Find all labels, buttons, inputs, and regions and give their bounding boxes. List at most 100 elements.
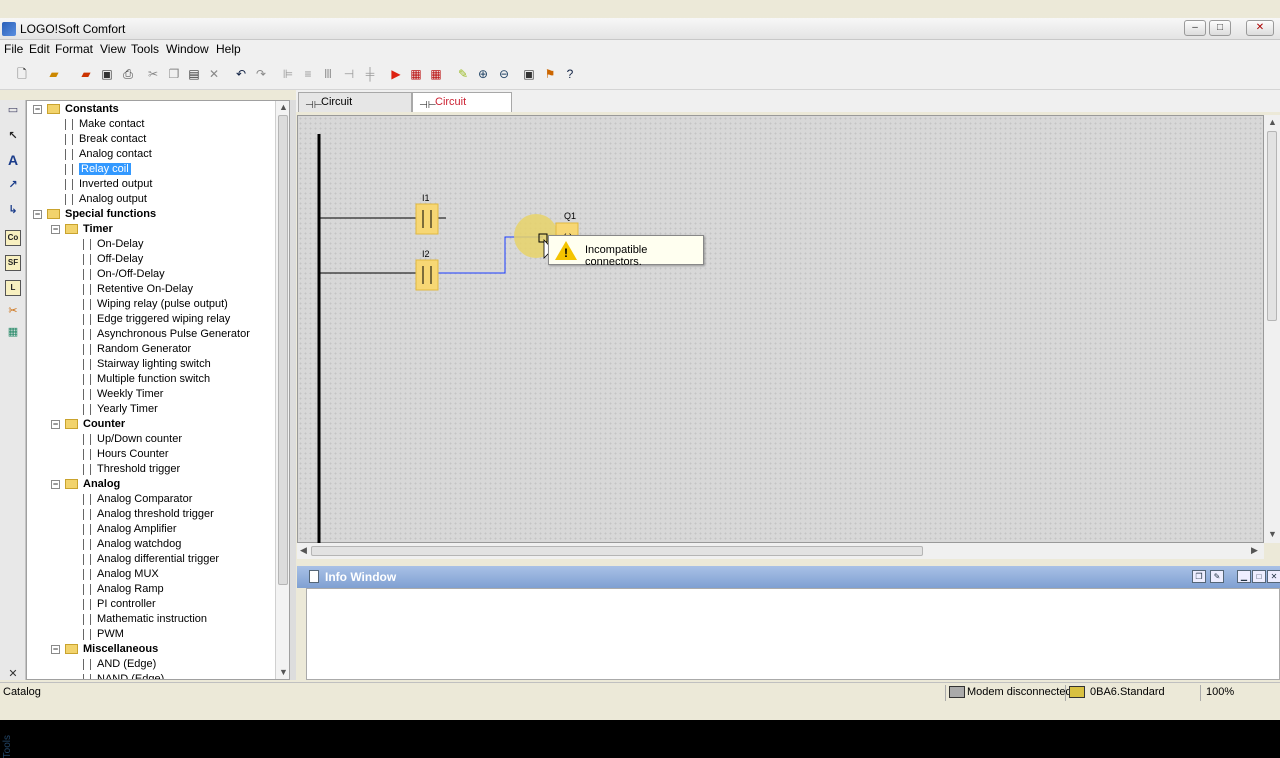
panel-splitter[interactable] bbox=[290, 100, 296, 680]
paste-icon[interactable]: ▤ bbox=[186, 66, 202, 82]
connect-tool-icon[interactable]: ↗ bbox=[5, 177, 21, 193]
select-tool-icon[interactable]: ↖ bbox=[5, 128, 21, 144]
tree-expander-icon[interactable]: − bbox=[51, 480, 60, 489]
catalog-item[interactable]: Asynchronous Pulse Generator bbox=[83, 327, 250, 342]
ladder-tool-icon[interactable]: L bbox=[5, 280, 21, 296]
zoom-out-icon[interactable]: ⊖ bbox=[496, 66, 512, 82]
catalog-group[interactable]: − Counter bbox=[51, 417, 125, 432]
network-icon[interactable]: ▦ bbox=[5, 324, 21, 340]
catalog-item[interactable]: Threshold trigger bbox=[83, 462, 180, 477]
simulation-icon[interactable]: ▶ bbox=[388, 66, 404, 82]
cut-connection-icon[interactable]: ✂ bbox=[5, 303, 21, 319]
catalog-item[interactable]: Multiple function switch bbox=[83, 372, 210, 387]
scroll-down-icon[interactable]: ▼ bbox=[279, 667, 288, 677]
catalog-item[interactable]: Off-Delay bbox=[83, 252, 143, 267]
help-icon[interactable]: ? bbox=[562, 66, 578, 82]
delete-icon[interactable]: ✕ bbox=[206, 66, 222, 82]
catalog-item[interactable]: Break contact bbox=[65, 132, 146, 147]
cut-icon[interactable]: ✂ bbox=[145, 66, 161, 82]
contact-i2[interactable] bbox=[415, 259, 439, 291]
maximize-button[interactable]: □ bbox=[1209, 20, 1231, 36]
align-right-icon[interactable]: ≡ bbox=[300, 66, 316, 82]
zoom-in-icon[interactable]: ⊕ bbox=[475, 66, 491, 82]
catalog-item[interactable]: On-Delay bbox=[83, 237, 143, 252]
tree-expander-icon[interactable]: − bbox=[51, 645, 60, 654]
minimize-button[interactable]: – bbox=[1184, 20, 1206, 36]
catalog-item[interactable]: Yearly Timer bbox=[83, 402, 158, 417]
clear-info-icon[interactable]: ✎ bbox=[1210, 570, 1224, 583]
tree-expander-icon[interactable]: − bbox=[33, 105, 42, 114]
catalog-item[interactable]: On-/Off-Delay bbox=[83, 267, 165, 282]
menu-help[interactable]: Help bbox=[216, 42, 241, 56]
align-top-icon[interactable]: Ⅲ bbox=[320, 66, 336, 82]
catalog-group[interactable]: − Constants bbox=[33, 102, 119, 117]
catalog-item[interactable]: Analog Comparator bbox=[83, 492, 192, 507]
scroll-left-icon[interactable]: ◀ bbox=[300, 545, 307, 556]
highlight-icon[interactable]: ✎ bbox=[455, 66, 471, 82]
constants-tool-icon[interactable]: Co bbox=[5, 230, 21, 246]
menu-format[interactable]: Format bbox=[55, 42, 93, 56]
split-connection-icon[interactable]: ↳ bbox=[5, 202, 21, 218]
close-button[interactable]: ✕ bbox=[1246, 20, 1274, 36]
align-left-icon[interactable]: ⊫ bbox=[280, 66, 296, 82]
catalog-item[interactable]: Wiping relay (pulse output) bbox=[83, 297, 228, 312]
minimize-panel-icon[interactable]: ▁ bbox=[1237, 570, 1251, 583]
close-file-icon[interactable]: ▰ bbox=[78, 66, 94, 82]
transfer-logo-to-pc-icon[interactable]: ▦ bbox=[428, 66, 444, 82]
pin-icon[interactable]: ✕ bbox=[5, 666, 21, 682]
menu-tools[interactable]: Tools bbox=[131, 42, 159, 56]
print-icon[interactable]: ⎙ bbox=[120, 66, 136, 82]
scroll-right-icon[interactable]: ▶ bbox=[1251, 545, 1258, 556]
tree-expander-icon[interactable]: − bbox=[51, 420, 60, 429]
catalog-item[interactable]: Analog contact bbox=[65, 147, 152, 162]
new-file-icon[interactable]: 🗋 bbox=[14, 66, 30, 82]
catalog-item[interactable]: Make contact bbox=[65, 117, 144, 132]
undo-icon[interactable]: ↶ bbox=[233, 66, 249, 82]
menu-edit[interactable]: Edit bbox=[29, 42, 50, 56]
menu-view[interactable]: View bbox=[100, 42, 126, 56]
scroll-thumb[interactable] bbox=[311, 546, 923, 556]
catalog-item[interactable]: NAND (Edge) bbox=[83, 672, 164, 679]
catalog-group[interactable]: − Analog bbox=[51, 477, 120, 492]
online-test-icon[interactable]: ⚑ bbox=[542, 66, 558, 82]
scroll-down-icon[interactable]: ▼ bbox=[1268, 529, 1277, 539]
text-tool-icon[interactable]: A bbox=[5, 152, 21, 168]
catalog-item[interactable]: Analog watchdog bbox=[83, 537, 181, 552]
copy-icon[interactable]: ❐ bbox=[166, 66, 182, 82]
catalog-item[interactable]: Stairway lighting switch bbox=[83, 357, 211, 372]
tree-expander-icon[interactable]: − bbox=[51, 225, 60, 234]
scroll-thumb[interactable] bbox=[1267, 131, 1277, 321]
catalog-item[interactable]: Analog Amplifier bbox=[83, 522, 177, 537]
circuit-canvas[interactable]: I1 I2 ( ) Q1 bbox=[297, 115, 1264, 544]
catalog-item[interactable]: Hours Counter bbox=[83, 447, 169, 462]
align-center-icon[interactable]: ╪ bbox=[362, 66, 378, 82]
menu-window[interactable]: Window bbox=[166, 42, 209, 56]
catalog-item[interactable]: Relay coil bbox=[65, 162, 131, 177]
tab-circuit-diagram2[interactable]: ⊣⊢ Circuit Diagram2 bbox=[412, 92, 512, 126]
catalog-group[interactable]: − Timer bbox=[51, 222, 113, 237]
open-folder-icon[interactable]: ▰ bbox=[46, 66, 62, 82]
catalog-item[interactable]: Weekly Timer bbox=[83, 387, 163, 402]
contact-i1[interactable] bbox=[415, 203, 439, 235]
catalog-scrollbar[interactable]: ▲ ▼ bbox=[275, 101, 289, 679]
catalog-item[interactable]: Analog output bbox=[65, 192, 147, 207]
tree-expander-icon[interactable]: − bbox=[33, 210, 42, 219]
maximize-panel-icon[interactable]: □ bbox=[1252, 570, 1266, 583]
special-functions-tool-icon[interactable]: SF bbox=[5, 255, 21, 271]
copy-info-icon[interactable]: ❐ bbox=[1192, 570, 1206, 583]
tab-circuit-diagram1[interactable]: ⊣⊢ Circuit Diagram1.lld bbox=[298, 92, 412, 126]
catalog-group[interactable]: − Miscellaneous bbox=[51, 642, 158, 657]
canvas-vertical-scrollbar[interactable]: ▲ ▼ bbox=[1264, 115, 1280, 543]
catalog-item[interactable]: Inverted output bbox=[65, 177, 152, 192]
scroll-up-icon[interactable]: ▲ bbox=[279, 102, 288, 112]
close-panel-icon[interactable]: ✕ bbox=[1267, 570, 1280, 583]
catalog-item[interactable]: Mathematic instruction bbox=[83, 612, 207, 627]
catalog-item[interactable]: Edge triggered wiping relay bbox=[83, 312, 230, 327]
scroll-up-icon[interactable]: ▲ bbox=[1268, 117, 1277, 127]
catalog-group[interactable]: − Special functions bbox=[33, 207, 156, 222]
fit-icon[interactable]: ▣ bbox=[521, 66, 537, 82]
catalog-item[interactable]: PWM bbox=[83, 627, 124, 642]
catalog-item[interactable]: Analog threshold trigger bbox=[83, 507, 214, 522]
catalog-item[interactable]: Random Generator bbox=[83, 342, 191, 357]
canvas-horizontal-scrollbar[interactable]: ◀ ▶ bbox=[297, 543, 1264, 559]
